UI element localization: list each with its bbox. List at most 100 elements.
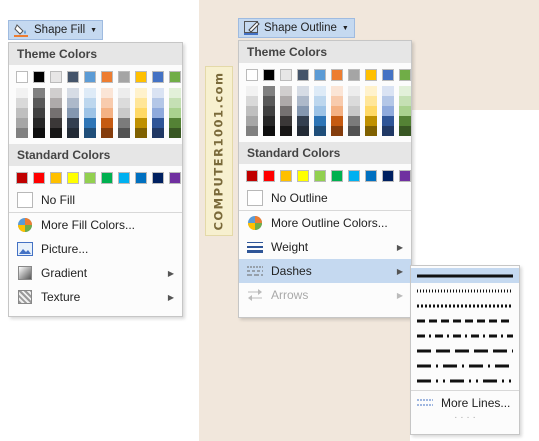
color-swatch[interactable] [33,118,45,128]
arrows-item[interactable]: Arrows ▶ [239,283,411,307]
color-swatch[interactable] [135,71,147,83]
color-swatch[interactable] [84,172,96,184]
color-swatch[interactable] [297,106,309,116]
color-swatch[interactable] [118,88,130,98]
color-swatch[interactable] [382,170,394,182]
gradient-item[interactable]: Gradient ▶ [9,261,182,285]
color-swatch[interactable] [101,88,113,98]
color-swatch[interactable] [118,172,130,184]
dashes-item[interactable]: Dashes ▶ [239,259,411,283]
color-swatch[interactable] [101,108,113,118]
color-swatch[interactable] [263,96,275,106]
color-swatch[interactable] [84,128,96,138]
color-swatch[interactable] [50,98,62,108]
color-swatch[interactable] [348,106,360,116]
dash-style-long-dash-dot[interactable] [411,358,519,373]
color-swatch[interactable] [101,98,113,108]
color-swatch[interactable] [16,71,28,83]
color-swatch[interactable] [135,118,147,128]
color-swatch[interactable] [348,69,360,81]
color-swatch[interactable] [84,98,96,108]
resize-grip-icon[interactable]: · · · · [411,413,519,423]
shape-outline-button[interactable]: Shape Outline ▼ [238,18,355,38]
color-swatch[interactable] [16,88,28,98]
color-swatch[interactable] [331,96,343,106]
dash-style-dash[interactable] [411,313,519,328]
chevron-down-icon[interactable]: ▼ [342,25,349,32]
color-swatch[interactable] [84,71,96,83]
color-swatch[interactable] [67,118,79,128]
color-swatch[interactable] [67,98,79,108]
color-swatch[interactable] [263,106,275,116]
color-swatch[interactable] [135,108,147,118]
color-swatch[interactable] [314,69,326,81]
color-swatch[interactable] [67,128,79,138]
color-swatch[interactable] [331,106,343,116]
color-swatch[interactable] [280,86,292,96]
color-swatch[interactable] [280,69,292,81]
color-swatch[interactable] [84,118,96,128]
color-swatch[interactable] [246,116,258,126]
color-swatch[interactable] [246,96,258,106]
color-swatch[interactable] [169,71,181,83]
color-swatch[interactable] [280,170,292,182]
color-swatch[interactable] [382,96,394,106]
color-swatch[interactable] [118,108,130,118]
color-swatch[interactable] [16,172,28,184]
color-swatch[interactable] [365,126,377,136]
color-swatch[interactable] [246,69,258,81]
color-swatch[interactable] [16,128,28,138]
color-swatch[interactable] [50,108,62,118]
color-swatch[interactable] [101,118,113,128]
chevron-down-icon[interactable]: ▼ [90,27,97,34]
more-fill-colors-item[interactable]: More Fill Colors... [9,213,182,237]
color-swatch[interactable] [365,106,377,116]
color-swatch[interactable] [331,116,343,126]
color-swatch[interactable] [331,126,343,136]
color-swatch[interactable] [399,69,411,81]
color-swatch[interactable] [365,170,377,182]
color-swatch[interactable] [152,128,164,138]
color-swatch[interactable] [152,98,164,108]
color-swatch[interactable] [382,116,394,126]
color-swatch[interactable] [348,116,360,126]
color-swatch[interactable] [33,172,45,184]
color-swatch[interactable] [365,86,377,96]
dash-style-long-dash[interactable] [411,343,519,358]
color-swatch[interactable] [169,128,181,138]
color-swatch[interactable] [297,170,309,182]
color-swatch[interactable] [314,116,326,126]
color-swatch[interactable] [280,96,292,106]
color-swatch[interactable] [314,126,326,136]
more-outline-colors-item[interactable]: More Outline Colors... [239,211,411,235]
color-swatch[interactable] [246,170,258,182]
color-swatch[interactable] [348,126,360,136]
color-swatch[interactable] [263,126,275,136]
color-swatch[interactable] [365,96,377,106]
color-swatch[interactable] [263,86,275,96]
color-swatch[interactable] [314,96,326,106]
color-swatch[interactable] [399,86,411,96]
dash-style-square-dot[interactable] [411,298,519,313]
color-swatch[interactable] [263,69,275,81]
color-swatch[interactable] [118,98,130,108]
color-swatch[interactable] [169,108,181,118]
more-lines-item[interactable]: More Lines... [411,391,519,415]
color-swatch[interactable] [135,128,147,138]
color-swatch[interactable] [365,116,377,126]
no-outline-item[interactable]: No Outline [239,186,411,210]
color-swatch[interactable] [118,71,130,83]
color-swatch[interactable] [297,96,309,106]
color-swatch[interactable] [263,170,275,182]
color-swatch[interactable] [246,106,258,116]
color-swatch[interactable] [50,172,62,184]
color-swatch[interactable] [314,106,326,116]
color-swatch[interactable] [33,71,45,83]
color-swatch[interactable] [246,86,258,96]
color-swatch[interactable] [16,108,28,118]
color-swatch[interactable] [365,69,377,81]
color-swatch[interactable] [280,126,292,136]
color-swatch[interactable] [152,108,164,118]
color-swatch[interactable] [331,69,343,81]
shape-fill-button[interactable]: Shape Fill ▼ [8,20,104,40]
